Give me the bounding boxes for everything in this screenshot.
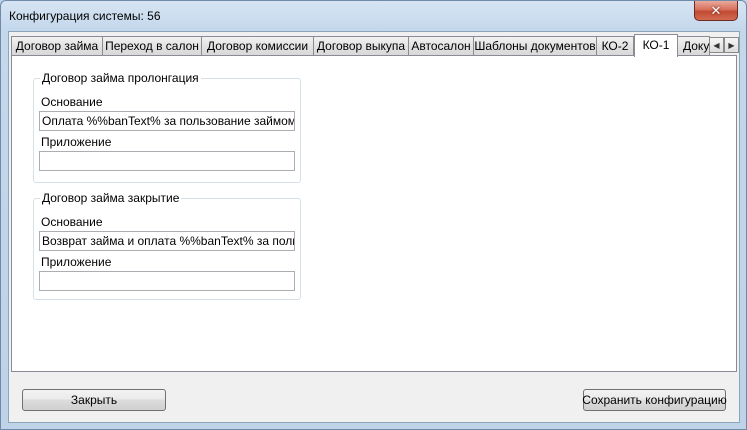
- tab-label: Договор выкупа: [316, 39, 406, 53]
- tab-label: КО-1: [642, 38, 670, 52]
- tab-label: Шаблоны документов: [474, 39, 596, 53]
- tab-buyout-agreement[interactable]: Договор выкупа: [313, 36, 409, 55]
- tab-page-ko-1: Договор займа пролонгация Основание Опла…: [11, 55, 737, 372]
- prolongation-basis-input[interactable]: Оплата %%banText% за пользование займом …: [39, 111, 295, 131]
- tab-label: Переход в салон: [105, 39, 199, 53]
- tab-label: Договор комиссии: [206, 39, 309, 53]
- window-title: Конфигурация системы: 56: [9, 9, 161, 23]
- tab-scroll-left-button[interactable]: ◀: [709, 37, 724, 53]
- tab-scroll-right-button[interactable]: ▶: [724, 37, 739, 53]
- group-loan-prolongation: Договор займа пролонгация Основание Опла…: [33, 71, 301, 183]
- tab-ko-2[interactable]: КО-2: [596, 36, 634, 55]
- client-area: Договор займа Переход в салон Договор ко…: [8, 31, 740, 423]
- attachment-label: Приложение: [41, 135, 112, 149]
- tab-commission-agreement[interactable]: Договор комиссии: [201, 36, 314, 55]
- close-button[interactable]: Закрыть: [22, 389, 166, 411]
- basis-label: Основание: [41, 215, 103, 229]
- group-loan-closing: Договор займа закрытие Основание Возврат…: [33, 191, 301, 300]
- group-legend: Договор займа закрытие: [40, 191, 182, 205]
- tab-label: Доку: [683, 39, 710, 53]
- tab-label: Автосалон: [411, 39, 471, 53]
- tab-document-templates[interactable]: Шаблоны документов: [473, 36, 597, 55]
- config-window: Конфигурация системы: 56 ✕ Договор займа…: [0, 0, 747, 430]
- window-close-button[interactable]: ✕: [694, 1, 738, 21]
- prolongation-attachment-input[interactable]: [39, 151, 295, 171]
- tab-ko-1[interactable]: КО-1: [634, 34, 678, 57]
- tab-transfer-to-salon[interactable]: Переход в салон: [102, 36, 202, 55]
- arrow-right-icon: ▶: [728, 40, 735, 50]
- save-config-button[interactable]: Сохранить конфигурацию: [582, 389, 727, 411]
- close-button-label: Закрыть: [70, 393, 118, 407]
- tab-strip: Договор займа Переход в салон Договор ко…: [11, 34, 739, 57]
- closing-attachment-input[interactable]: [39, 271, 295, 291]
- closing-basis-input[interactable]: Возврат займа и оплата %%banText% за пол…: [39, 231, 295, 251]
- group-legend: Договор займа пролонгация: [40, 71, 201, 85]
- tab-loan-agreement[interactable]: Договор займа: [11, 36, 103, 55]
- close-icon: ✕: [710, 2, 722, 18]
- attachment-label: Приложение: [41, 255, 112, 269]
- save-button-label: Сохранить конфигурацию: [582, 393, 727, 407]
- tab-autosalon[interactable]: Автосалон: [408, 36, 474, 55]
- basis-label: Основание: [41, 95, 103, 109]
- tab-label: Договор займа: [15, 39, 99, 53]
- title-bar[interactable]: Конфигурация системы: 56 ✕: [1, 1, 746, 31]
- tab-documents-partial[interactable]: Доку: [677, 36, 710, 55]
- tab-label: КО-2: [601, 39, 629, 53]
- arrow-left-icon: ◀: [713, 40, 720, 50]
